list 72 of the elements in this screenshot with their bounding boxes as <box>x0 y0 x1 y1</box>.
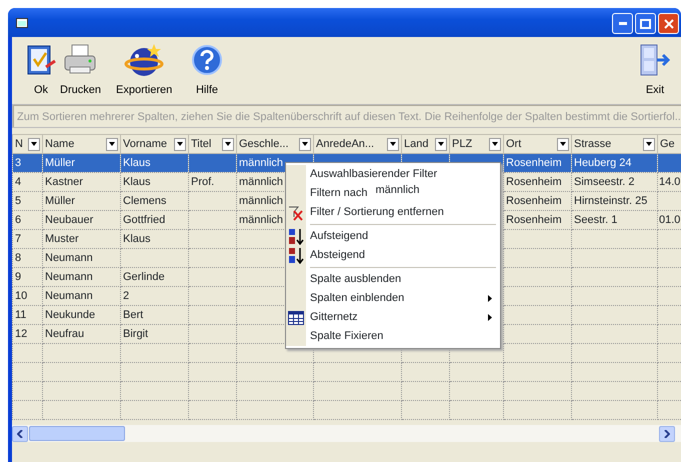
column-title: Vorname <box>123 136 168 152</box>
table-cell: Gottfried <box>120 210 188 230</box>
table-cell: Bert <box>120 306 188 324</box>
column-header[interactable]: Titel <box>188 134 236 154</box>
menu-item[interactable]: Spalte ausblenden <box>310 271 402 288</box>
menu-item[interactable]: Spalte Fixieren <box>310 328 384 345</box>
column-title: Name <box>45 136 74 152</box>
table-cell: Clemens <box>120 192 188 210</box>
column-header[interactable]: Ort <box>504 134 572 154</box>
table-cell: Klaus <box>120 230 188 248</box>
column-header[interactable]: Geschle... <box>236 134 314 154</box>
column-header[interactable]: Name <box>42 134 120 154</box>
table-cell: Müller <box>42 192 120 210</box>
table-cell: Neumann <box>42 268 120 286</box>
column-header[interactable]: Ge <box>658 134 681 154</box>
table-cell: Prof. <box>188 172 236 192</box>
table-cell: Neufrau <box>42 324 120 344</box>
column-header[interactable]: PLZ <box>450 134 504 154</box>
table-cell: Birgit <box>120 324 188 344</box>
table-cell: Rosenheim <box>504 210 572 230</box>
column-title: N <box>15 136 23 152</box>
table-cell: 3 <box>12 154 42 172</box>
toolbar-button[interactable]: Ok <box>22 42 60 98</box>
table-cell: Rosenheim <box>504 172 572 192</box>
table-cell: Klaus <box>120 154 188 172</box>
table-cell: 7 <box>12 230 42 248</box>
menu-item[interactable]: Absteigend <box>310 247 366 264</box>
toolbar-button[interactable]: Hilfe <box>188 42 226 98</box>
column-title: Geschle... <box>239 136 289 152</box>
column-header[interactable]: AnredeAn... <box>314 134 402 154</box>
table-cell: Simseestr. 2 <box>572 172 658 192</box>
table-cell: Neukunde <box>42 306 120 324</box>
filter-value: männlich <box>375 183 420 198</box>
table-cell: 9 <box>12 268 42 286</box>
table-cell: Rosenheim <box>504 154 572 172</box>
column-title: Titel <box>191 136 212 152</box>
column-title: Strasse <box>574 136 612 152</box>
column-header[interactable]: Vorname <box>120 134 188 154</box>
table-cell: Müller <box>42 154 120 172</box>
menu-item[interactable]: Gitternetz <box>310 309 358 326</box>
menu-item[interactable]: Spalten einblenden <box>310 290 404 307</box>
table-cell: Neumann <box>42 286 120 306</box>
toolbar-button[interactable]: Exportieren <box>116 42 172 98</box>
table-cell: 2 <box>120 286 188 306</box>
table-cell: 10 <box>12 286 42 306</box>
table-cell: Seestr. 1 <box>572 210 658 230</box>
column-title: Ort <box>506 136 522 152</box>
table-cell: 8 <box>12 248 42 268</box>
table-cell: Rosenheim <box>504 192 572 210</box>
column-title: PLZ <box>452 136 472 152</box>
table-cell: Muster <box>42 230 120 248</box>
table-cell: 5 <box>12 192 42 210</box>
table-cell: Gerlinde <box>120 268 188 286</box>
menu-item[interactable]: Aufsteigend <box>310 228 368 245</box>
table-cell: 6 <box>12 210 42 230</box>
table-cell: Hirnsteinstr. 25 <box>572 192 658 210</box>
column-title: Ge <box>660 136 675 152</box>
column-header[interactable]: Strasse <box>572 134 658 154</box>
column-header[interactable]: N <box>12 134 42 154</box>
table-cell: Heuberg 24 <box>572 154 658 172</box>
table-cell: 12 <box>12 324 42 344</box>
table-cell: 11 <box>12 306 42 324</box>
toolbar-button[interactable]: Drucken <box>60 42 101 98</box>
table-cell: Kastner <box>42 172 120 192</box>
column-header[interactable]: Land <box>402 134 450 154</box>
table-cell: Neumann <box>42 248 120 268</box>
column-title: Land <box>404 136 428 152</box>
table-cell: 4 <box>12 172 42 192</box>
table-cell: Klaus <box>120 172 188 192</box>
column-title: AnredeAn... <box>316 136 374 152</box>
table-cell: Neubauer <box>42 210 120 230</box>
toolbar-button[interactable]: Exit <box>636 42 674 98</box>
